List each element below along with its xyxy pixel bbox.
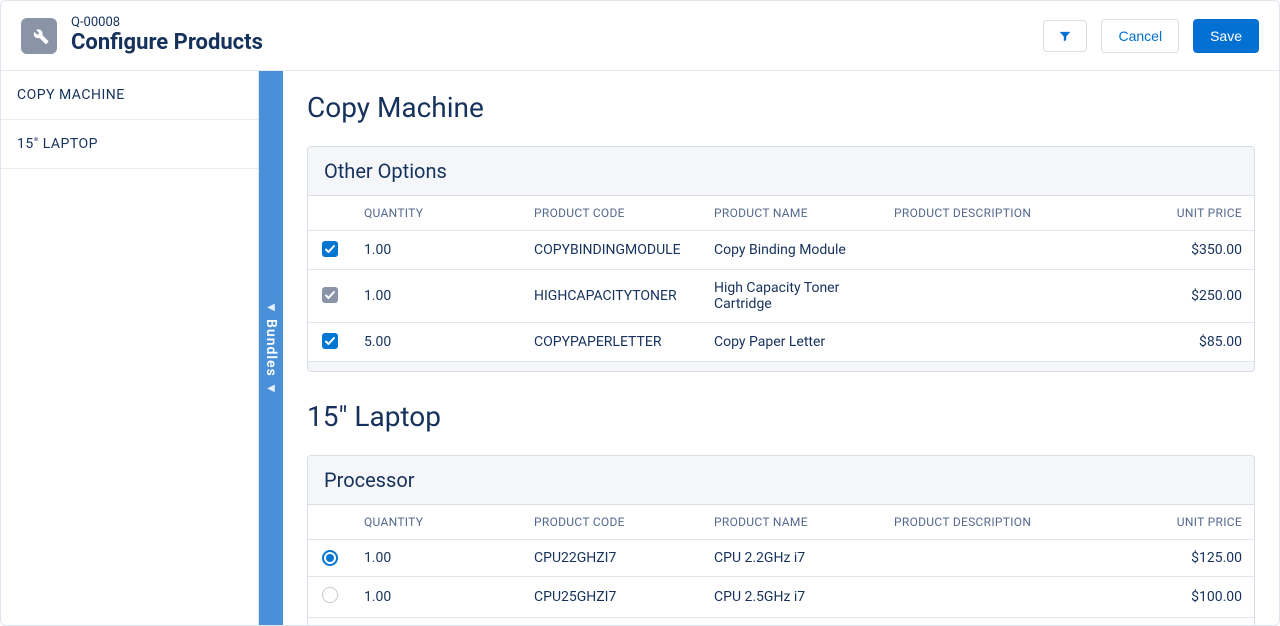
cell-quantity: 5.00 <box>352 323 522 362</box>
table-row: 1.00HIGHCAPACITYTONERHigh Capacity Toner… <box>308 270 1254 323</box>
table-row: 1.00CPU22GHZI7CPU 2.2GHz i7 $125.00 <box>308 540 1254 577</box>
sidebar-item-label: COPY MACHINE <box>17 87 125 103</box>
cell-code: COPYPAPERLETTER <box>522 323 702 362</box>
col-desc: PRODUCT DESCRIPTION <box>882 196 1134 231</box>
cell-name: CPU 2.5GHz i7 <box>702 577 882 618</box>
cell-name: CPU 2.2GHz i7 <box>702 540 882 577</box>
cell-name: Copy Binding Module <box>702 231 882 270</box>
cell-description <box>882 540 1134 577</box>
cell-price: $100.00 <box>1134 577 1254 618</box>
header-left: Q-00008 Configure Products <box>21 15 263 56</box>
header-actions: Cancel Save <box>1043 19 1259 53</box>
filter-button[interactable] <box>1043 20 1087 52</box>
sidebar-item-label: 15" LAPTOP <box>17 136 98 152</box>
col-select <box>308 196 352 231</box>
panel-header: Other Options <box>308 147 1254 196</box>
row-checkbox[interactable] <box>322 333 338 349</box>
col-name: PRODUCT NAME <box>702 196 882 231</box>
table-row: 1.00CPU25GHZI7CPU 2.5GHz i7 $100.00 <box>308 577 1254 618</box>
options-table: QUANTITYPRODUCT CODEPRODUCT NAMEPRODUCT … <box>308 196 1254 361</box>
bundles-collapse-tab[interactable]: ◀ Bundles ◀ <box>259 71 283 625</box>
cell-quantity: 1.00 <box>352 231 522 270</box>
app-frame: Q-00008 Configure Products Cancel Save C… <box>0 0 1280 626</box>
section-title: 15" Laptop <box>307 400 1255 433</box>
quote-id: Q-00008 <box>71 15 263 30</box>
page-header: Q-00008 Configure Products Cancel Save <box>1 1 1279 71</box>
sidebar: COPY MACHINE 15" LAPTOP <box>1 71 259 625</box>
col-price: UNIT PRICE <box>1134 196 1254 231</box>
options-table: QUANTITYPRODUCT CODEPRODUCT NAMEPRODUCT … <box>308 505 1254 625</box>
col-code: PRODUCT CODE <box>522 505 702 540</box>
table-row: 5.00COPYPAPERLETTERCopy Paper Letter $85.… <box>308 323 1254 362</box>
sidebar-item-copy-machine[interactable]: COPY MACHINE <box>1 71 258 120</box>
col-quantity: QUANTITY <box>352 505 522 540</box>
chevron-left-icon: ◀ <box>267 383 275 394</box>
option-panel: Other OptionsQUANTITYPRODUCT CODEPRODUCT… <box>307 146 1255 372</box>
sidebar-item-15-laptop[interactable]: 15" LAPTOP <box>1 120 258 169</box>
panel-footer-gap <box>308 361 1254 371</box>
cell-description <box>882 270 1134 323</box>
chevron-left-icon: ◀ <box>267 302 275 313</box>
cell-price: $250.00 <box>1134 270 1254 323</box>
body: COPY MACHINE 15" LAPTOP ◀ Bundles ◀ Copy… <box>1 71 1279 625</box>
cancel-button[interactable]: Cancel <box>1101 19 1179 53</box>
cell-code: COPYBINDINGMODULE <box>522 231 702 270</box>
option-panel: ProcessorQUANTITYPRODUCT CODEPRODUCT NAM… <box>307 455 1255 625</box>
cell-description <box>882 618 1134 625</box>
cell-code: CPU22GHZI7 <box>522 540 702 577</box>
header-titles: Q-00008 Configure Products <box>71 15 263 56</box>
cell-quantity: 1.00 <box>352 540 522 577</box>
cell-name: CPU 2.8GHz i7 <box>702 618 882 625</box>
cell-price: $350.00 <box>1134 231 1254 270</box>
cell-code: CPU25GHZI7 <box>522 577 702 618</box>
col-code: PRODUCT CODE <box>522 196 702 231</box>
cell-price: $125.00 <box>1134 540 1254 577</box>
cell-description <box>882 231 1134 270</box>
cell-name: High Capacity Toner Cartridge <box>702 270 882 323</box>
cell-quantity: 1.00 <box>352 618 522 625</box>
main-content: Copy MachineOther OptionsQUANTITYPRODUCT… <box>283 71 1279 625</box>
col-quantity: QUANTITY <box>352 196 522 231</box>
cell-price: $85.00 <box>1134 323 1254 362</box>
cell-quantity: 1.00 <box>352 270 522 323</box>
row-radio[interactable] <box>322 587 338 603</box>
row-checkbox <box>322 287 338 303</box>
cell-code: HIGHCAPACITYTONER <box>522 270 702 323</box>
col-name: PRODUCT NAME <box>702 505 882 540</box>
col-price: UNIT PRICE <box>1134 505 1254 540</box>
row-checkbox[interactable] <box>322 241 338 257</box>
section-title: Copy Machine <box>307 91 1255 124</box>
wrench-icon <box>21 18 57 54</box>
cell-price: $250.00 <box>1134 618 1254 625</box>
col-select <box>308 505 352 540</box>
row-radio[interactable] <box>322 550 338 566</box>
bundles-tab-label: Bundles <box>263 319 279 377</box>
save-button[interactable]: Save <box>1193 19 1259 53</box>
cell-description <box>882 323 1134 362</box>
filter-icon <box>1058 29 1072 43</box>
cell-quantity: 1.00 <box>352 577 522 618</box>
cell-description <box>882 577 1134 618</box>
table-row: 1.00CPU28GHZI7CPU 2.8GHz i7 $250.00 <box>308 618 1254 625</box>
panel-header: Processor <box>308 456 1254 505</box>
table-row: 1.00COPYBINDINGMODULECopy Binding Module… <box>308 231 1254 270</box>
col-desc: PRODUCT DESCRIPTION <box>882 505 1134 540</box>
page-title: Configure Products <box>71 30 263 56</box>
cell-code: CPU28GHZI7 <box>522 618 702 625</box>
cell-name: Copy Paper Letter <box>702 323 882 362</box>
